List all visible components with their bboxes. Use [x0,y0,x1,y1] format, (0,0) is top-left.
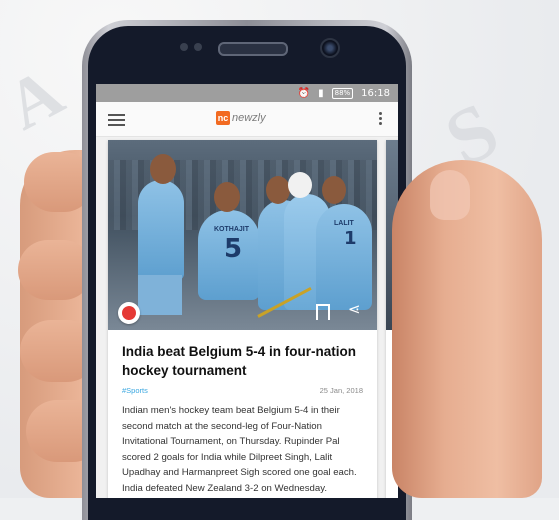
article-date: 25 Jan, 2018 [319,386,363,395]
player-head [266,176,290,204]
jersey-name: LALIT [334,220,354,227]
article-image[interactable]: KOTHAJIT 5 LALIT 1 ⋖ [108,140,377,330]
player-headband [288,172,312,198]
news-card[interactable]: KOTHAJIT 5 LALIT 1 ⋖ India beat Belgium … [108,140,377,498]
player-head [150,154,176,184]
player-figure [138,180,184,280]
status-bar: ⏰ ▮ 88% 16:18 [96,84,398,102]
jersey-name: KOTHAJIT [214,226,249,233]
phone-screen: ⏰ ▮ 88% 16:18 nc newzly KOTHAJIT 5 LALIT… [96,84,398,498]
category-badge[interactable] [118,302,140,324]
article-meta: #Sports 25 Jan, 2018 [122,386,363,395]
share-icon[interactable]: ⋖ [348,300,361,318]
earpiece-speaker [218,42,288,56]
jersey-number: 5 [224,234,243,264]
more-options-icon[interactable] [379,112,382,127]
app-logo: nc newzly [216,111,266,125]
article-summary: Indian men's hockey team beat Belgium 5-… [122,405,357,494]
signal-icon: ▮ [318,87,324,99]
article-title[interactable]: India beat Belgium 5-4 in four-nation ho… [122,342,363,380]
battery-icon: 88% [331,87,354,99]
sensor [194,43,202,51]
logo-text: newzly [232,112,266,124]
hamburger-menu-icon[interactable] [108,114,125,126]
player-head [214,182,240,212]
status-time: 16:18 [361,87,390,99]
player-head [322,176,346,204]
alarm-icon: ⏰ [297,87,311,99]
thumbnail [430,170,470,220]
player-shorts [138,275,182,315]
card-body: India beat Belgium 5-4 in four-nation ho… [108,330,377,496]
article-tag[interactable]: #Sports [122,386,148,395]
app-bar: nc newzly [96,102,398,137]
bookmark-icon[interactable] [316,304,330,320]
logo-mark: nc [216,111,230,125]
front-camera [320,38,340,58]
sensor [180,43,188,51]
jersey-number: 1 [344,228,357,249]
